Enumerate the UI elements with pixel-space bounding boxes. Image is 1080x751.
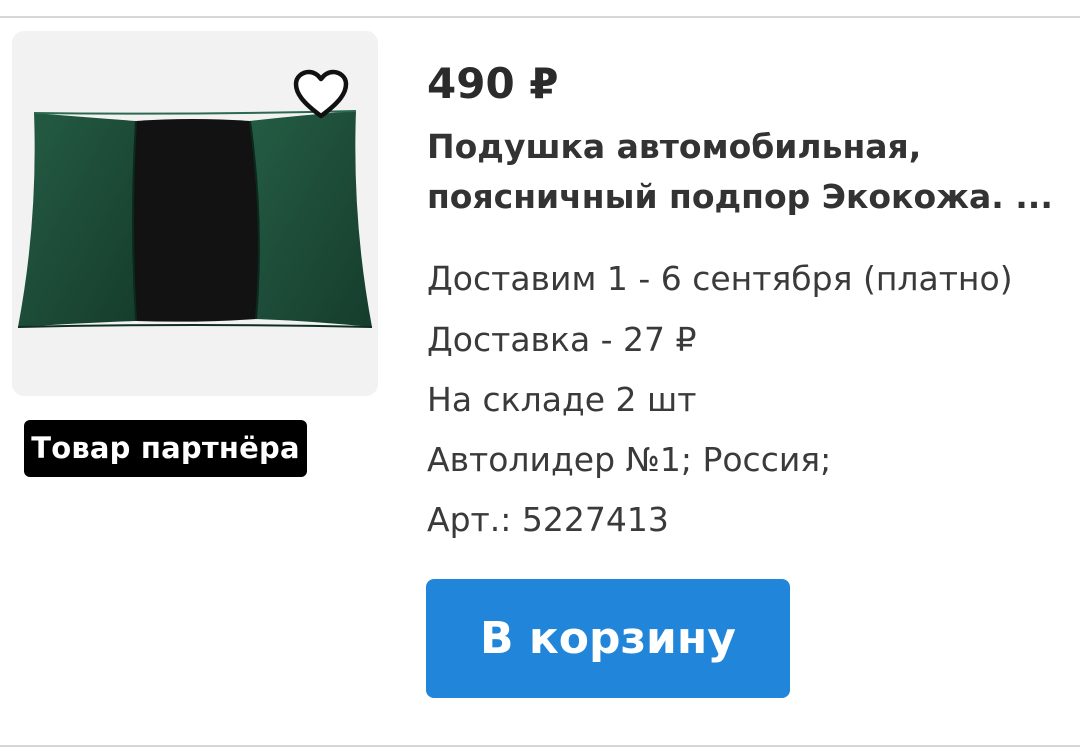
seller-info: Автолидер №1; Россия; — [427, 440, 832, 479]
partner-badge: Товар партнёра — [24, 420, 307, 477]
delivery-dates: Доставим 1 - 6 сентября (платно) — [427, 259, 1013, 298]
product-title-line-2[interactable]: поясничный подпор Экокожа. ... — [427, 172, 1053, 222]
add-to-cart-button[interactable]: В корзину — [426, 579, 790, 698]
product-title[interactable]: Подушка автомобильная, поясничный подпор… — [427, 122, 1053, 222]
product-title-line-1[interactable]: Подушка автомобильная, — [427, 122, 1047, 172]
article-number: Арт.: 5227413 — [427, 500, 669, 539]
product-price: 490 ₽ — [427, 59, 559, 108]
stock-status: На складе 2 шт — [427, 380, 697, 419]
heart-outline-icon[interactable] — [292, 68, 350, 122]
top-divider — [0, 16, 1080, 18]
delivery-cost: Доставка - 27 ₽ — [427, 320, 697, 359]
bottom-divider — [0, 745, 1080, 747]
